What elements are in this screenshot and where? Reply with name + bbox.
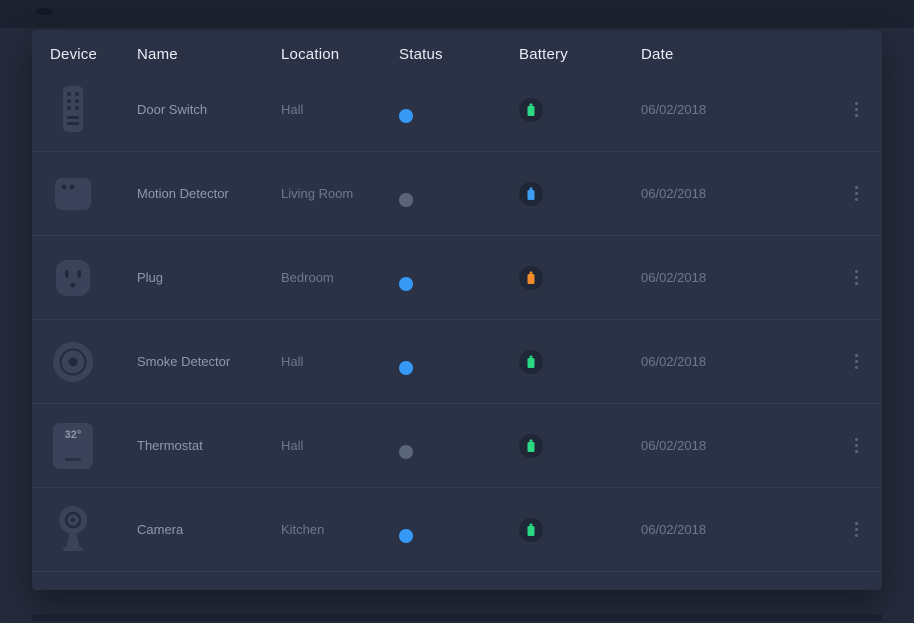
column-header-status: Status [399, 46, 519, 63]
battery-icon [528, 103, 535, 116]
table-row: 32° Thermostat Hall 06/02/2018 [32, 404, 882, 488]
camera-icon [50, 504, 96, 556]
row-menu-button[interactable] [851, 348, 862, 375]
device-location: Hall [281, 438, 399, 453]
motion-detector-icon [50, 168, 96, 220]
table-row: Plug Bedroom 06/02/2018 [32, 236, 882, 320]
table-row: Smoke Detector Hall 06/02/2018 [32, 320, 882, 404]
battery-icon [528, 187, 535, 200]
battery-icon [528, 439, 535, 452]
battery-indicator [519, 350, 543, 374]
battery-indicator [519, 98, 543, 122]
device-date: 06/02/2018 [641, 270, 822, 285]
device-name: Plug [137, 270, 281, 285]
row-menu-button[interactable] [851, 96, 862, 123]
column-header-name: Name [137, 46, 281, 63]
column-header-battery: Battery [519, 46, 641, 63]
row-menu-button[interactable] [851, 516, 862, 543]
device-name: Thermostat [137, 438, 281, 453]
toggle-knob [399, 193, 413, 207]
row-menu-button[interactable] [851, 264, 862, 291]
device-table-card: Device Name Location Status Battery Date… [32, 30, 882, 590]
device-location: Kitchen [281, 522, 399, 537]
battery-icon [528, 355, 535, 368]
battery-icon [528, 271, 535, 284]
thermostat-temperature-label: 32° [65, 429, 82, 441]
plug-icon [50, 252, 96, 304]
table-row: Door Switch Hall 06/02/2018 [32, 68, 882, 152]
device-location: Living Room [281, 186, 399, 201]
device-date: 06/02/2018 [641, 354, 822, 369]
column-header-location: Location [281, 46, 399, 63]
battery-indicator [519, 434, 543, 458]
device-location: Hall [281, 102, 399, 117]
table-row: Motion Detector Living Room 06/02/2018 [32, 152, 882, 236]
table-header-row: Device Name Location Status Battery Date [32, 30, 882, 68]
device-name: Door Switch [137, 102, 281, 117]
row-menu-button[interactable] [851, 432, 862, 459]
toggle-knob [399, 529, 413, 543]
battery-indicator [519, 266, 543, 290]
column-header-device: Device [50, 46, 137, 63]
toggle-knob [399, 109, 413, 123]
device-date: 06/02/2018 [641, 102, 822, 117]
thermostat-icon: 32° [50, 420, 96, 472]
bottom-bar-decoration [32, 614, 882, 621]
remote-icon [50, 84, 96, 136]
battery-icon [528, 523, 535, 536]
column-header-date: Date [641, 46, 822, 63]
top-bar [0, 0, 914, 28]
smoke-detector-icon [50, 336, 96, 388]
device-date: 06/02/2018 [641, 186, 822, 201]
device-location: Bedroom [281, 270, 399, 285]
thermostat-line [65, 458, 81, 461]
device-date: 06/02/2018 [641, 522, 822, 537]
row-menu-button[interactable] [851, 180, 862, 207]
device-name: Camera [137, 522, 281, 537]
device-location: Hall [281, 354, 399, 369]
device-date: 06/02/2018 [641, 438, 822, 453]
device-name: Smoke Detector [137, 354, 281, 369]
device-name: Motion Detector [137, 186, 281, 201]
toggle-knob [399, 445, 413, 459]
toggle-knob [399, 361, 413, 375]
battery-indicator [519, 518, 543, 542]
table-row: Camera Kitchen 06/02/2018 [32, 488, 882, 572]
battery-indicator [519, 182, 543, 206]
top-accent-decoration [36, 8, 52, 15]
toggle-knob [399, 277, 413, 291]
